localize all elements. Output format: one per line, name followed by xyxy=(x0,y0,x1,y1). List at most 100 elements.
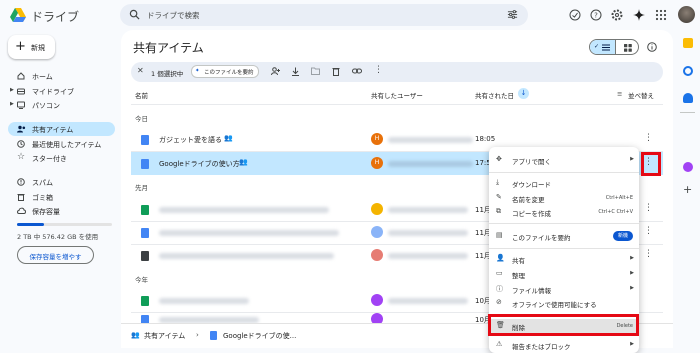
menu-item-summarize[interactable]: ▤ このファイルを要約 新機 xyxy=(489,229,639,243)
apps-icon[interactable] xyxy=(655,9,667,21)
sort-button[interactable]: 並べ替え xyxy=(628,90,654,100)
chevron-right-icon: ▶ xyxy=(630,341,634,347)
add-addon-icon[interactable]: + xyxy=(683,183,692,196)
sidebar-item-label: パソコン xyxy=(32,102,60,110)
menu-item-copy[interactable]: ⧉ コピーを作成 Ctrl+C Ctrl+V xyxy=(489,205,639,219)
row-more-icon[interactable]: ⋮ xyxy=(644,133,653,143)
sidebar-item-label: ホーム xyxy=(32,73,53,81)
delete-icon[interactable] xyxy=(332,67,340,76)
blurred-user xyxy=(388,161,473,167)
file-name[interactable]: Googleドライブの使い方 xyxy=(159,159,240,169)
menu-item-file-info[interactable]: ⓘ ファイル情報 ▶ xyxy=(489,282,639,296)
blurred-user xyxy=(388,298,468,304)
copy-icon: ⧉ xyxy=(496,207,501,215)
column-header-name[interactable]: 名前 xyxy=(135,90,148,100)
plus-icon: + xyxy=(15,39,26,54)
gemini-icon[interactable] xyxy=(633,9,645,21)
menu-item-label: アプリで開く xyxy=(512,158,551,166)
avatar xyxy=(371,249,383,261)
menu-item-report[interactable]: ⚠ 報告またはブロック ▶ xyxy=(489,338,639,352)
sidebar-item-label: 保存容量 xyxy=(32,208,60,216)
expand-arrow-icon[interactable]: ▶ xyxy=(10,87,14,93)
keep-icon[interactable] xyxy=(683,38,693,48)
column-header-shared-by[interactable]: 共有したユーザー xyxy=(371,90,423,100)
avatar xyxy=(371,226,383,238)
link-icon[interactable] xyxy=(352,67,362,75)
check-icon: ✓ xyxy=(594,43,600,50)
account-avatar[interactable] xyxy=(678,6,695,23)
expand-arrow-icon[interactable]: ▶ xyxy=(10,101,14,107)
buy-storage-button[interactable]: 保存容量を増やす xyxy=(17,246,94,264)
sort-lines-icon[interactable]: ≡ xyxy=(617,90,622,98)
menu-divider xyxy=(489,248,639,249)
sidebar-item-label: 共有アイテム xyxy=(32,126,74,134)
search-bar[interactable]: ドライブで検索 xyxy=(120,4,528,26)
more-actions-icon[interactable]: ⋮ xyxy=(374,65,383,75)
column-header-shared-date[interactable]: 共有された日 xyxy=(475,90,514,100)
sidebar-item-trash[interactable]: ゴミ箱 xyxy=(8,190,115,204)
contacts-icon[interactable] xyxy=(683,93,693,103)
shared-date: 18:05 xyxy=(475,135,496,143)
sidebar-item-storage[interactable]: 保存容量 xyxy=(8,204,115,218)
blurred-file-name xyxy=(159,207,329,213)
grid-view-button[interactable] xyxy=(615,40,638,54)
view-toggle[interactable]: ✓ xyxy=(589,39,639,55)
move-icon[interactable] xyxy=(311,67,320,75)
share-person-icon[interactable] xyxy=(271,67,280,76)
google-sheets-icon xyxy=(141,296,149,306)
rename-icon: ✎ xyxy=(496,193,502,201)
blurred-file-name xyxy=(159,253,334,259)
status-icon[interactable] xyxy=(569,9,581,21)
menu-item-label: ダウンロード xyxy=(512,181,551,189)
selection-toolbar: ✕ 1 個選択中 ✦ このファイルを要約 ⋮ xyxy=(131,62,663,82)
sidebar-item-label: スター付き xyxy=(32,155,67,163)
chevron-right-icon: ▶ xyxy=(630,255,634,261)
summarize-chip[interactable]: ✦ このファイルを要約 xyxy=(191,65,259,78)
sort-direction-icon[interactable]: ↓ xyxy=(518,88,529,99)
sidebar-item-recent[interactable]: 最近使用したアイテム xyxy=(8,137,115,151)
section-this-year: 今年 xyxy=(135,276,148,284)
list-view-icon xyxy=(602,44,610,51)
search-input[interactable]: ドライブで検索 xyxy=(147,10,200,21)
search-options-icon[interactable] xyxy=(507,9,518,20)
breadcrumb-root[interactable]: 共有アイテム xyxy=(144,331,185,341)
new-button[interactable]: + 新規 xyxy=(8,35,55,59)
shared-people-icon: 👥 xyxy=(239,158,248,166)
sidebar-item-shared[interactable]: 共有アイテム xyxy=(8,122,115,136)
help-icon[interactable]: ? xyxy=(590,9,602,21)
details-icon[interactable] xyxy=(647,42,657,52)
sidebar-item-spam[interactable]: スパム xyxy=(8,175,115,189)
sidebar-item-home[interactable]: ホーム xyxy=(8,69,115,83)
menu-item-offline[interactable]: ⊘ オフラインで使用可能にする xyxy=(489,296,639,310)
chevron-right-icon: › xyxy=(196,331,199,339)
row-more-icon[interactable]: ⋮ xyxy=(644,249,653,259)
google-docs-icon xyxy=(141,228,149,238)
menu-item-download[interactable]: ⤓ ダウンロード xyxy=(489,176,639,190)
file-name[interactable]: ガジェット愛を語る xyxy=(159,135,222,145)
list-view-button[interactable]: ✓ xyxy=(590,40,615,54)
row-more-icon[interactable]: ⋮ xyxy=(644,203,653,213)
storage-bar xyxy=(17,223,112,226)
app-title[interactable]: ドライブ xyxy=(31,8,79,25)
breadcrumb-file[interactable]: Googleドライブの使... xyxy=(223,331,296,341)
menu-divider xyxy=(489,172,639,173)
addon-icon[interactable] xyxy=(683,162,693,172)
clear-selection-icon[interactable]: ✕ xyxy=(137,66,144,75)
sidebar-item-computers[interactable]: ▶ パソコン xyxy=(8,98,115,112)
tasks-icon[interactable] xyxy=(683,66,693,76)
sidebar-item-starred[interactable]: ☆ スター付き xyxy=(8,151,115,165)
avatar: H xyxy=(371,133,383,145)
blurred-user xyxy=(388,207,468,213)
settings-icon[interactable] xyxy=(611,9,623,21)
row-more-icon[interactable]: ⋮ xyxy=(644,226,653,236)
search-icon[interactable] xyxy=(129,9,140,20)
menu-item-rename[interactable]: ✎ 名前を変更 Ctrl+Alt+E xyxy=(489,191,639,205)
section-today: 今日 xyxy=(135,115,148,123)
sparkle-icon: ✦ xyxy=(195,68,200,74)
menu-item-organize[interactable]: ▭ 整理 ▶ xyxy=(489,267,639,281)
sidebar-item-my-drive[interactable]: ▶ マイドライブ xyxy=(8,84,115,98)
shared-icon xyxy=(17,125,26,133)
menu-item-share[interactable]: 👤 共有 ▶ xyxy=(489,252,639,266)
download-icon[interactable] xyxy=(291,67,300,76)
menu-item-open-with[interactable]: ✥ アプリで開く ▶ xyxy=(489,153,639,167)
